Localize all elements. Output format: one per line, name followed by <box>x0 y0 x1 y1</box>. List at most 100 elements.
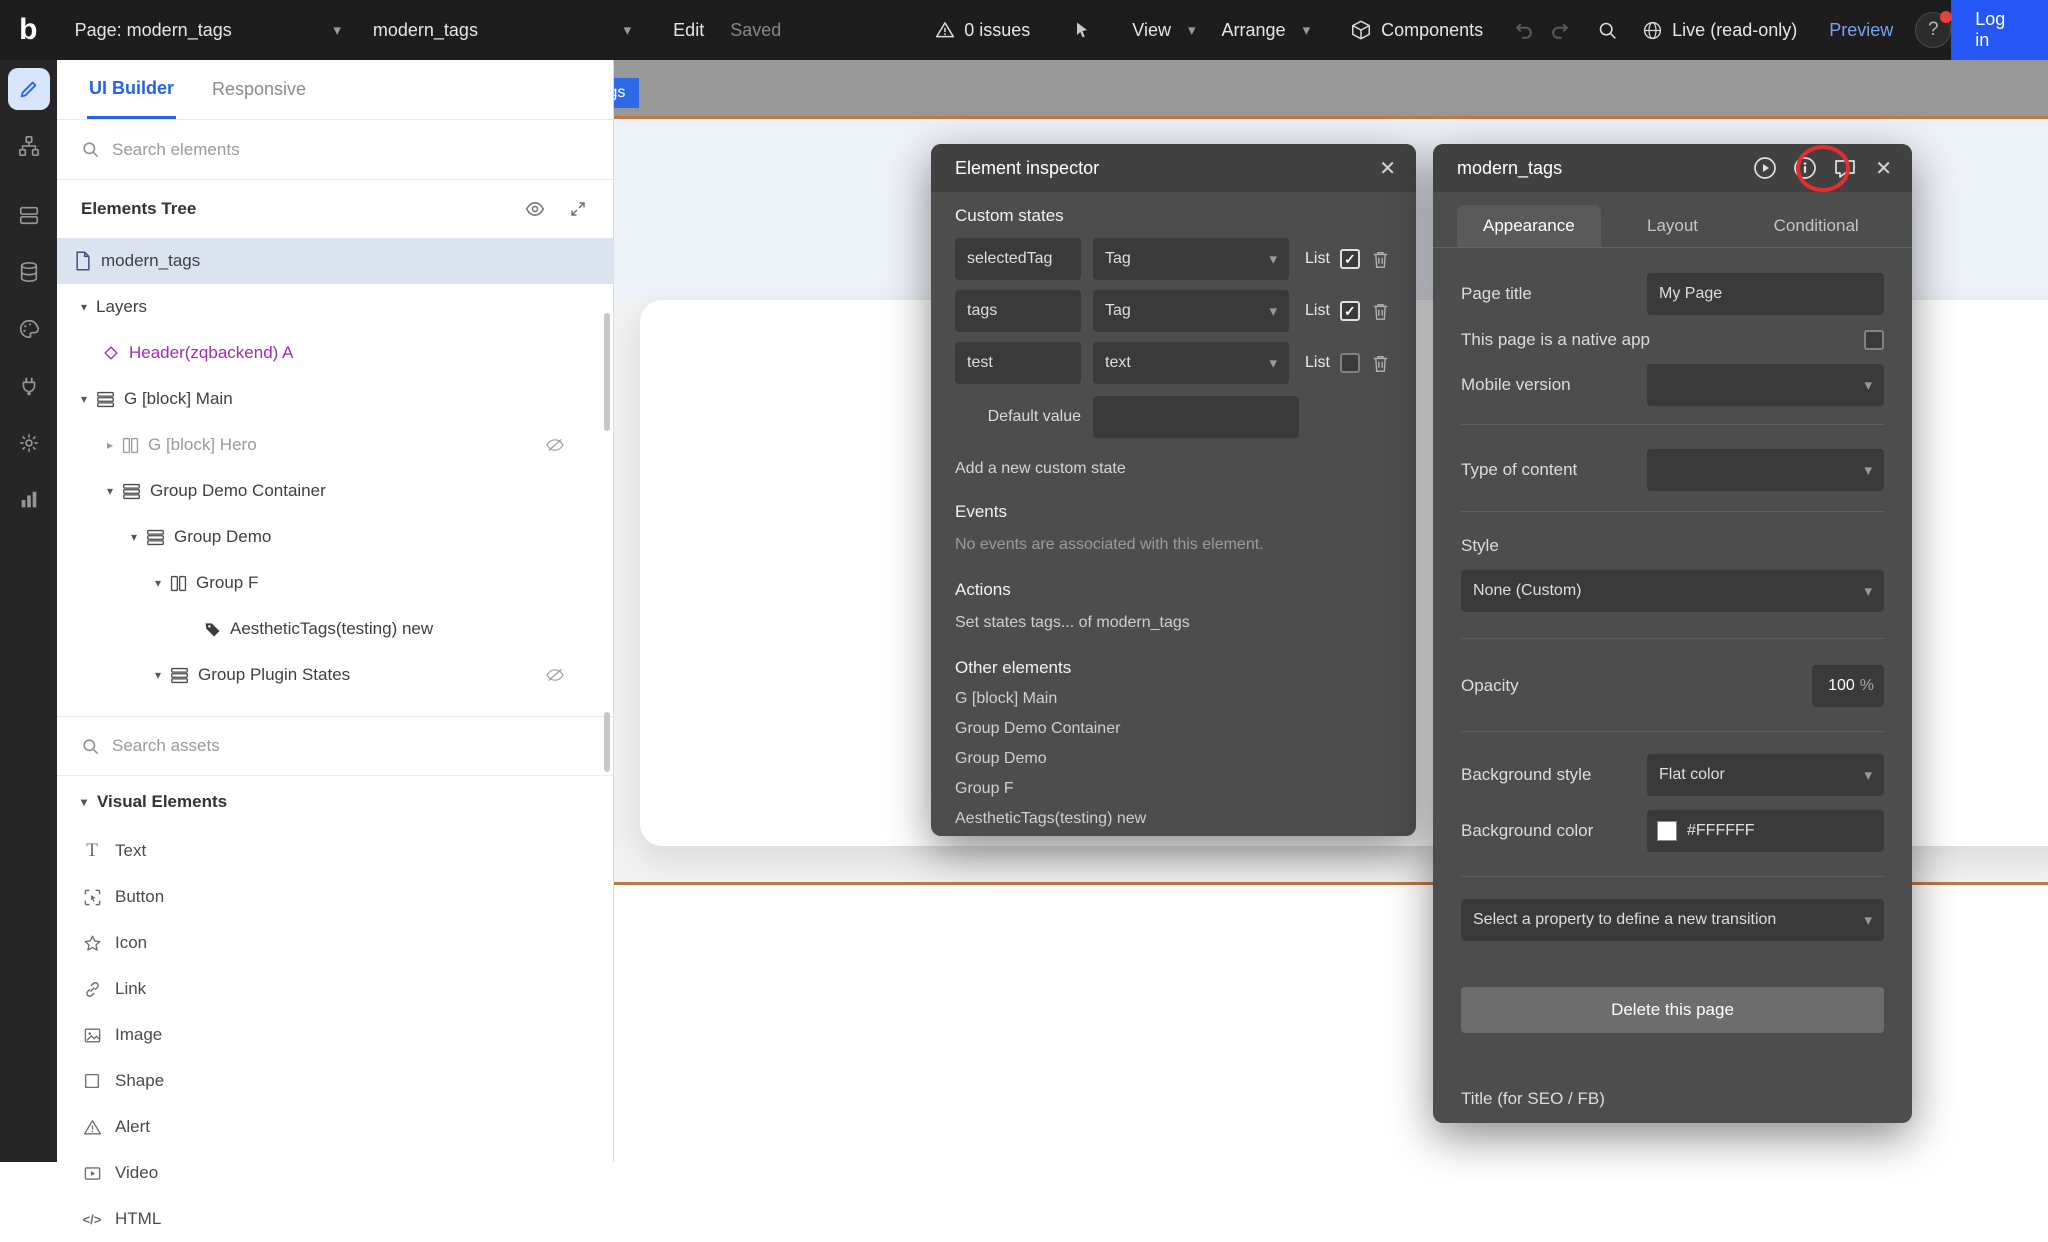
login-button[interactable]: Log in <box>1951 0 2048 60</box>
background-style-dropdown[interactable]: Flat color ▾ <box>1647 754 1884 796</box>
tab-appearance[interactable]: Appearance <box>1457 205 1601 247</box>
collapse-triangle-icon[interactable]: ▾ <box>155 576 170 590</box>
live-version-selector[interactable]: Live (read-only) <box>1642 20 1797 41</box>
hidden-eye-icon[interactable] <box>545 667 565 683</box>
preview-button[interactable]: Preview <box>1829 20 1893 41</box>
undo-button[interactable] <box>1513 19 1535 41</box>
element-inspector-header[interactable]: Element inspector ✕ <box>931 144 1416 192</box>
palette-item-alert[interactable]: Alert <box>57 1104 613 1150</box>
expand-icon[interactable] <box>569 200 587 218</box>
tree-row-group-demo-container[interactable]: ▾ Group Demo Container <box>57 468 613 514</box>
collapse-triangle-icon[interactable]: ▾ <box>81 300 96 314</box>
collapse-triangle-icon[interactable]: ▾ <box>131 530 146 544</box>
cursor-tool[interactable] <box>1072 20 1092 40</box>
palette-item-html[interactable]: </> HTML <box>57 1196 613 1242</box>
chevron-down-icon: ▾ <box>624 21 632 39</box>
edit-menu[interactable]: Edit <box>673 20 704 41</box>
list-checkbox[interactable] <box>1340 353 1360 373</box>
workflow-tab[interactable] <box>0 117 57 174</box>
list-checkbox[interactable]: ✓ <box>1340 301 1360 321</box>
state-type-dropdown[interactable]: Tag ▾ <box>1093 290 1289 332</box>
redo-button[interactable] <box>1549 19 1571 41</box>
play-icon[interactable] <box>1753 156 1777 180</box>
tab-conditional[interactable]: Conditional <box>1744 205 1888 247</box>
tree-row-group-plugin-states[interactable]: ▾ Group Plugin States <box>57 652 613 698</box>
tree-row-gblock-main[interactable]: ▾ G [block] Main <box>57 376 613 422</box>
transition-dropdown[interactable]: Select a property to define a new transi… <box>1461 899 1884 941</box>
style-dropdown[interactable]: None (Custom) ▾ <box>1461 570 1884 612</box>
arrange-menu[interactable]: Arrange ▾ <box>1222 20 1311 41</box>
tree-row-layers[interactable]: ▾ Layers <box>57 284 613 330</box>
issues-indicator[interactable]: 0 issues <box>935 20 1030 41</box>
state-type-dropdown[interactable]: Tag ▾ <box>1093 238 1289 280</box>
collapse-triangle-icon[interactable]: ▾ <box>107 484 122 498</box>
other-element-item[interactable]: Group F <box>955 780 1392 798</box>
logs-tab[interactable] <box>0 471 57 528</box>
palette-item-button[interactable]: Button <box>57 874 613 920</box>
data-tab[interactable] <box>0 243 57 300</box>
list-checkbox[interactable]: ✓ <box>1340 249 1360 269</box>
background-color-input[interactable]: #FFFFFF <box>1647 810 1884 852</box>
state-name-input[interactable] <box>955 342 1081 384</box>
native-app-checkbox[interactable] <box>1864 330 1884 350</box>
page-title-input[interactable] <box>1647 273 1884 315</box>
close-icon[interactable]: ✕ <box>1875 156 1892 181</box>
design-tab[interactable] <box>0 60 57 117</box>
components-button[interactable]: Components <box>1350 19 1483 41</box>
search-elements-input[interactable] <box>112 140 532 160</box>
palette-item-text[interactable]: T Text <box>57 828 613 874</box>
tree-scrollbar[interactable] <box>604 313 610 431</box>
close-icon[interactable]: ✕ <box>1379 156 1396 181</box>
other-element-item[interactable]: G [block] Main <box>955 690 1392 708</box>
tab-responsive[interactable]: Responsive <box>212 79 306 100</box>
color-swatch[interactable] <box>1657 821 1677 841</box>
delete-page-button[interactable]: Delete this page <box>1461 987 1884 1033</box>
state-name-input[interactable] <box>955 238 1081 280</box>
hidden-eye-icon[interactable] <box>545 437 565 453</box>
collapse-triangle-icon[interactable]: ▾ <box>155 668 170 682</box>
other-element-item[interactable]: AestheticTags(testing) new <box>955 810 1392 828</box>
tree-row-gblock-hero[interactable]: ▸ G [block] Hero <box>57 422 613 468</box>
tree-row-aesthetic-tags[interactable]: AestheticTags(testing) new <box>57 606 613 652</box>
styles-tab[interactable] <box>0 300 57 357</box>
plugins-tab[interactable] <box>0 357 57 414</box>
palette-item-image[interactable]: Image <box>57 1012 613 1058</box>
assets-scrollbar[interactable] <box>604 712 610 772</box>
view-menu[interactable]: View ▾ <box>1132 20 1195 41</box>
tree-row-header-reusable[interactable]: Header(zqbackend) A <box>57 330 613 376</box>
trash-icon[interactable] <box>1372 302 1389 321</box>
visual-elements-header[interactable]: ▾ Visual Elements <box>57 776 613 828</box>
eye-icon[interactable] <box>525 199 545 219</box>
palette-item-video[interactable]: Video <box>57 1150 613 1196</box>
selected-element-badge[interactable]: modern_tags <box>614 78 639 108</box>
help-button[interactable]: ? <box>1915 12 1951 48</box>
mobile-version-dropdown[interactable]: ▾ <box>1647 364 1884 406</box>
action-item[interactable]: Set states tags... of modern_tags <box>955 614 1392 632</box>
state-type-dropdown[interactable]: text ▾ <box>1093 342 1289 384</box>
state-name-input[interactable] <box>955 290 1081 332</box>
other-element-item[interactable]: Group Demo Container <box>955 720 1392 738</box>
add-custom-state-link[interactable]: Add a new custom state <box>955 460 1392 478</box>
search-assets-input[interactable] <box>112 736 532 756</box>
tree-row-group-f[interactable]: ▾ Group F <box>57 560 613 606</box>
element-selector-dropdown[interactable]: modern_tags ▾ <box>355 0 645 60</box>
tab-ui-builder[interactable]: UI Builder <box>87 61 176 119</box>
tree-row-group-demo[interactable]: ▾ Group Demo <box>57 514 613 560</box>
settings-tab[interactable] <box>0 414 57 471</box>
page-selector-dropdown[interactable]: Page: modern_tags ▾ <box>57 0 355 60</box>
palette-item-shape[interactable]: Shape <box>57 1058 613 1104</box>
palette-item-icon[interactable]: Icon <box>57 920 613 966</box>
type-of-content-dropdown[interactable]: ▾ <box>1647 449 1884 491</box>
palette-item-link[interactable]: Link <box>57 966 613 1012</box>
other-element-item[interactable]: Group Demo <box>955 750 1392 768</box>
trash-icon[interactable] <box>1372 354 1389 373</box>
default-value-input[interactable] <box>1093 396 1299 438</box>
tree-row-page[interactable]: modern_tags <box>57 238 613 284</box>
opacity-input[interactable]: 100 % <box>1812 665 1884 707</box>
tab-layout[interactable]: Layout <box>1601 205 1745 247</box>
expand-triangle-icon[interactable]: ▸ <box>107 438 122 452</box>
search-button[interactable] <box>1597 20 1618 41</box>
pages-tab[interactable] <box>0 186 57 243</box>
trash-icon[interactable] <box>1372 250 1389 269</box>
collapse-triangle-icon[interactable]: ▾ <box>81 392 96 406</box>
